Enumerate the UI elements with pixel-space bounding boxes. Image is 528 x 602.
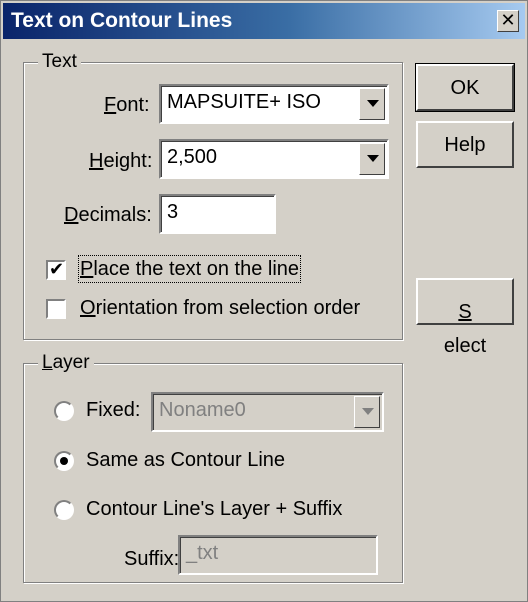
- select-button[interactable]: Select: [416, 278, 514, 357]
- suffix-label: Suffix:: [124, 548, 180, 570]
- orientation-label[interactable]: Orientation from selection order: [80, 296, 360, 320]
- font-dropdown[interactable]: MAPSUITE+ ISO: [159, 84, 389, 124]
- fixed-radio[interactable]: [54, 401, 74, 421]
- height-value: 2,500: [167, 146, 218, 168]
- fixed-layer-value: Noname0: [159, 399, 246, 421]
- chevron-down-icon: [367, 155, 379, 162]
- fixed-layer-dropdown-button[interactable]: [354, 396, 380, 428]
- help-button[interactable]: Help: [416, 121, 514, 168]
- dialog-window: Text on Contour Lines ✕ Text Font: MAPSU…: [0, 0, 528, 602]
- contour-suffix-label[interactable]: Contour Line's Layer + Suffix: [86, 497, 342, 521]
- window-title: Text on Contour Lines: [11, 9, 233, 32]
- decimals-label: Decimals:: [64, 204, 152, 226]
- contour-suffix-radio[interactable]: [54, 500, 74, 520]
- fixed-layer-dropdown[interactable]: Noname0: [151, 392, 384, 432]
- font-dropdown-button[interactable]: [359, 88, 385, 120]
- height-label: Height:: [89, 150, 153, 172]
- close-button[interactable]: ✕: [497, 10, 519, 32]
- font-label: Font:: [104, 94, 150, 116]
- close-icon: ✕: [500, 10, 516, 30]
- same-as-contour-radio[interactable]: [54, 451, 74, 471]
- orientation-checkbox[interactable]: [46, 299, 66, 319]
- text-group: Text Font: MAPSUITE+ ISO Height: 2,500 D…: [23, 50, 403, 340]
- checkmark-icon: ✔: [49, 259, 65, 279]
- text-group-legend: Text: [38, 50, 81, 74]
- decimals-input[interactable]: 3: [159, 194, 276, 234]
- same-as-contour-label[interactable]: Same as Contour Line: [86, 448, 285, 472]
- ok-button[interactable]: OK: [415, 63, 515, 112]
- decimals-value: 3: [167, 201, 179, 223]
- layer-group-legend: Layer: [38, 351, 94, 375]
- place-on-line-checkbox[interactable]: ✔: [46, 259, 66, 280]
- chevron-down-icon: [362, 408, 374, 415]
- suffix-value: _txt: [186, 542, 219, 564]
- radio-selected-dot: [60, 457, 68, 465]
- fixed-label[interactable]: Fixed:: [86, 398, 140, 422]
- layer-group: Layer Fixed: Noname0 Same as Contour Lin…: [23, 351, 403, 583]
- chevron-down-icon: [367, 100, 379, 107]
- height-dropdown[interactable]: 2,500: [159, 139, 389, 179]
- suffix-input[interactable]: _txt: [178, 535, 378, 575]
- place-on-line-label[interactable]: Place the text on the line: [77, 255, 302, 283]
- font-value: MAPSUITE+ ISO: [167, 91, 321, 113]
- title-bar[interactable]: Text on Contour Lines ✕: [3, 3, 525, 39]
- height-dropdown-button[interactable]: [359, 143, 385, 175]
